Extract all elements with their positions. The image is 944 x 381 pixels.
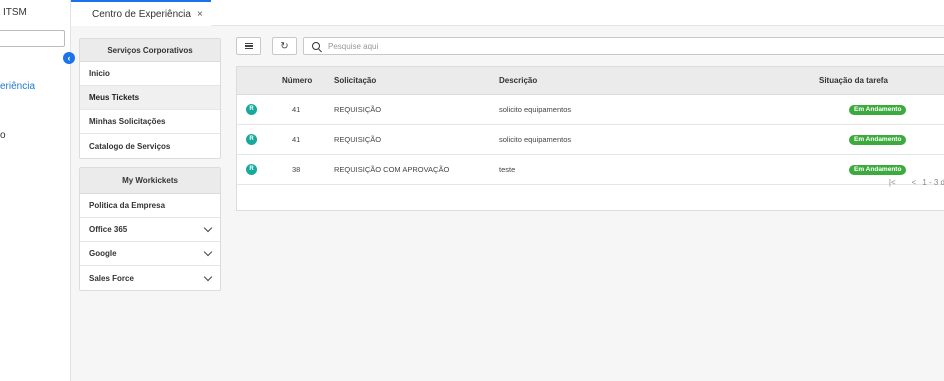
- cell-solicitacao: REQUISIÇÃO: [334, 135, 382, 144]
- panel-item-label: Office 365: [89, 225, 128, 234]
- panel-servicos-corporativos: Serviços Corporativos Inicio Meus Ticket…: [79, 38, 221, 159]
- collapse-sidebar-icon[interactable]: ‹: [63, 52, 75, 64]
- status-badge: Em Andamento: [849, 105, 907, 115]
- cell-numero: 41: [292, 135, 301, 144]
- panel-title: Serviços Corporativos: [80, 39, 220, 62]
- column-header-situacao[interactable]: Situação da tarefa: [819, 67, 888, 95]
- requisition-badge: R: [246, 164, 257, 175]
- tab-centro-experiencia[interactable]: Centro de Experiência ×: [71, 0, 211, 26]
- panel-item-politica-empresa[interactable]: Politica da Empresa: [80, 194, 220, 218]
- hamburger-icon: [244, 41, 253, 51]
- app-sidebar: ITSM eriência o: [0, 0, 71, 381]
- panel-item-google[interactable]: Google: [80, 242, 220, 266]
- cell-descricao: solicito equipamentos: [499, 105, 572, 114]
- refresh-button[interactable]: ↻: [272, 37, 297, 55]
- column-header-numero[interactable]: Número: [282, 67, 312, 95]
- cell-solicitacao: REQUISIÇÃO: [334, 105, 382, 114]
- panel-item-label: Meus Tickets: [89, 93, 140, 102]
- page-range: 1 - 3 d: [922, 177, 944, 187]
- requisition-badge: R: [246, 134, 257, 145]
- panel-item-inicio[interactable]: Inicio: [80, 62, 220, 86]
- cell-numero: 38: [292, 165, 301, 174]
- menu-button[interactable]: [236, 37, 261, 55]
- sidebar-item-other[interactable]: o: [0, 130, 6, 141]
- main-content: Serviços Corporativos Inicio Meus Ticket…: [71, 26, 944, 381]
- panel-item-label: Catalogo de Serviços: [89, 141, 171, 151]
- close-icon[interactable]: ×: [197, 9, 203, 20]
- panel-item-sales-force[interactable]: Sales Force: [80, 266, 220, 290]
- panel-title: My Workickets: [80, 168, 220, 194]
- panel-item-label: Inicio: [89, 69, 110, 78]
- status-badge: Em Andamento: [849, 135, 907, 145]
- panel-item-meus-tickets[interactable]: Meus Tickets: [80, 86, 220, 110]
- panel-item-label: Politica da Empresa: [89, 201, 166, 210]
- search-input[interactable]: Pesquise aqui: [303, 37, 944, 55]
- table-row[interactable]: R 41 REQUISIÇÃO solicito equipamentos Em…: [237, 95, 944, 125]
- column-header-solicitacao[interactable]: Solicitação: [334, 67, 376, 95]
- table-row[interactable]: R 41 REQUISIÇÃO solicito equipamentos Em…: [237, 125, 944, 155]
- chevron-down-icon: [203, 247, 213, 257]
- panel-my-workickets: My Workickets Politica da Empresa Office…: [79, 167, 221, 291]
- tab-label: Centro de Experiência: [92, 8, 191, 20]
- panel-item-label: Minhas Solicitações: [89, 117, 166, 126]
- panel-item-minhas-solicitacoes[interactable]: Minhas Solicitações: [80, 110, 220, 134]
- sidebar-item-experiencia[interactable]: eriência: [0, 81, 35, 92]
- prev-page-button[interactable]: <: [912, 178, 917, 187]
- app-title: ITSM: [3, 7, 27, 18]
- cell-solicitacao: REQUISIÇÃO COM APROVAÇÃO: [334, 165, 450, 174]
- panel-item-label: Google: [89, 249, 117, 258]
- requisition-badge: R: [246, 104, 257, 115]
- cell-descricao: teste: [499, 165, 516, 174]
- tickets-table: Número Solicitação Descrição Situação da…: [236, 66, 944, 211]
- cell-numero: 41: [292, 105, 301, 114]
- chevron-down-icon: [203, 223, 213, 233]
- refresh-icon: ↻: [280, 40, 289, 52]
- tab-bar: Centro de Experiência ×: [71, 0, 944, 26]
- chevron-down-icon: [203, 272, 213, 281]
- column-header-descricao[interactable]: Descrição: [499, 67, 537, 95]
- search-icon: [312, 42, 320, 50]
- search-placeholder: Pesquise aqui: [328, 41, 379, 51]
- panel-item-catalogo-servicos[interactable]: Catalogo de Serviços: [80, 134, 220, 158]
- panel-item-label: Sales Force: [89, 273, 134, 283]
- table-header: Número Solicitação Descrição Situação da…: [237, 67, 944, 95]
- sidebar-search-input[interactable]: [0, 30, 65, 47]
- pagination: |< < 1 - 3 d: [889, 169, 944, 195]
- panel-item-office-365[interactable]: Office 365: [80, 218, 220, 242]
- cell-descricao: solicito equipamentos: [499, 135, 572, 144]
- first-page-button[interactable]: |<: [889, 178, 896, 187]
- table-row[interactable]: R 38 REQUISIÇÃO COM APROVAÇÃO teste Em A…: [237, 155, 944, 185]
